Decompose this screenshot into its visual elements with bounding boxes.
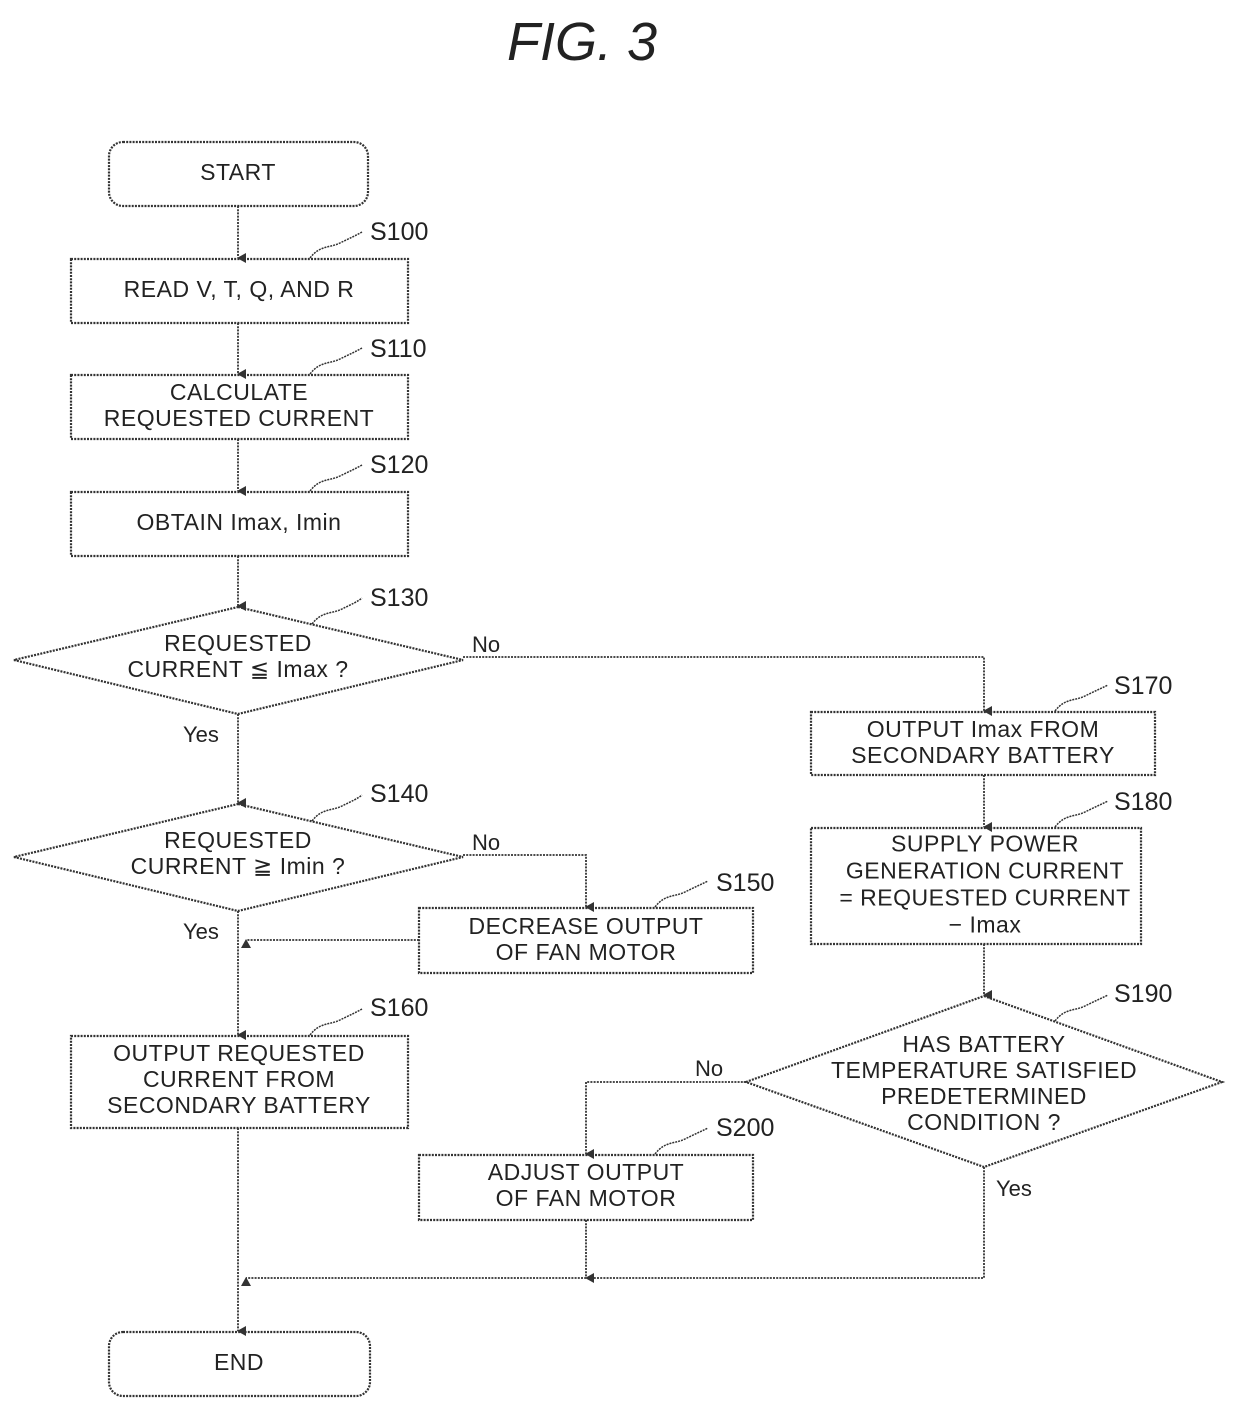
step-label-s150: S150 [716, 869, 774, 897]
node-text-line: SECONDARY BATTERY [851, 742, 1115, 768]
branch-label-s190-yes: Yes [996, 1176, 1032, 1201]
branch-label-s130-no: No [472, 632, 500, 657]
step-label-s100: S100 [370, 218, 428, 246]
step-label-s110: S110 [370, 335, 427, 363]
node-text-line: − Imax [949, 912, 1022, 938]
node-text-line: HAS BATTERY [902, 1031, 1065, 1057]
leader-s130 [311, 597, 363, 625]
node-text-line: OBTAIN Imax, Imin [137, 509, 342, 535]
leader-s190 [1054, 994, 1109, 1022]
branch-label-s140-no: No [472, 830, 500, 855]
node-text-line: OUTPUT Imax FROM [867, 716, 1099, 742]
connector-s140-no [463, 854, 594, 912]
node-text-end: END [214, 1349, 264, 1375]
figure-title: FIG. 3 [507, 12, 657, 72]
branch-label-s190-no: No [695, 1056, 723, 1081]
node-text-s100: READ V, T, Q, AND R [124, 276, 355, 302]
step-label-s160: S160 [370, 994, 428, 1022]
node-text-line: CURRENT ≦ Imax ? [127, 656, 348, 682]
leader-s160 [309, 1008, 363, 1036]
branch-label-s130-yes: Yes [183, 722, 219, 747]
node-text-line: CONDITION ? [907, 1109, 1061, 1135]
node-text-line: REQUESTED [164, 630, 312, 656]
node-text-line: CALCULATE [170, 379, 308, 405]
node-text-s200: ADJUST OUTPUTOF FAN MOTOR [488, 1159, 684, 1211]
leader-s110 [309, 347, 363, 375]
leader-s150 [654, 880, 709, 908]
node-text-line: SECONDARY BATTERY [107, 1092, 371, 1118]
node-text-line: PREDETERMINED [881, 1083, 1087, 1109]
node-text-line: OF FAN MOTOR [496, 939, 677, 965]
leader-s200 [654, 1127, 709, 1155]
node-text-line: OUTPUT REQUESTED [113, 1040, 365, 1066]
step-label-s140: S140 [370, 780, 428, 808]
leader-s100 [309, 231, 363, 259]
node-text-start: START [200, 159, 276, 185]
node-text-line: TEMPERATURE SATISFIED [831, 1057, 1137, 1083]
leader-s180 [1054, 800, 1109, 828]
node-text-line: CURRENT FROM [143, 1066, 335, 1092]
leader-s140 [311, 794, 363, 822]
connector-s130-no [463, 656, 992, 716]
node-text-s160: OUTPUT REQUESTEDCURRENT FROMSECONDARY BA… [107, 1040, 371, 1118]
flowchart: FIG. 3 S100 S110 S120 S130 S140 S150 S16… [13, 12, 1226, 1398]
node-text-s150: DECREASE OUTPUTOF FAN MOTOR [469, 913, 704, 965]
leader-s170 [1054, 684, 1109, 712]
step-label-s170: S170 [1114, 672, 1172, 700]
step-label-s180: S180 [1114, 788, 1172, 816]
node-text-line: END [214, 1349, 264, 1375]
node-text-line: OF FAN MOTOR [496, 1185, 677, 1211]
branch-label-s140-yes: Yes [183, 919, 219, 944]
node-text-line: SUPPLY POWER [891, 831, 1079, 857]
node-text-s120: OBTAIN Imax, Imin [137, 509, 342, 535]
node-text-line: CURRENT ≧ Imin ? [131, 853, 346, 879]
node-text-line: REQUESTED CURRENT [104, 405, 374, 431]
step-label-s130: S130 [370, 584, 428, 612]
node-text-line: GENERATION CURRENT [846, 858, 1124, 884]
node-text-line: READ V, T, Q, AND R [124, 276, 355, 302]
node-text-line: = REQUESTED CURRENT [839, 885, 1130, 911]
leader-s120 [309, 464, 363, 492]
node-text-line: DECREASE OUTPUT [469, 913, 704, 939]
node-text-line: START [200, 159, 276, 185]
node-text-s170: OUTPUT Imax FROMSECONDARY BATTERY [851, 716, 1115, 768]
node-text-line: ADJUST OUTPUT [488, 1159, 684, 1185]
step-label-s190: S190 [1114, 980, 1172, 1008]
step-label-s120: S120 [370, 451, 428, 479]
node-text-line: REQUESTED [164, 827, 312, 853]
step-label-s200: S200 [716, 1114, 774, 1142]
